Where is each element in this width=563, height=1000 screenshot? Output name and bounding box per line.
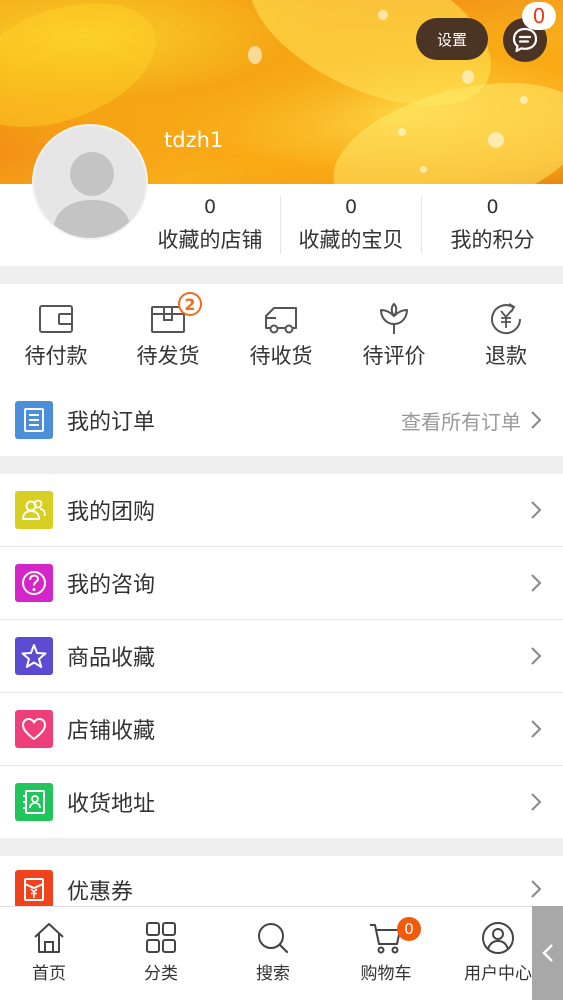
menu-item-address[interactable]: 收货地址 — [0, 766, 563, 838]
refund-icon — [491, 303, 522, 335]
order-count-badge: 2 — [178, 292, 202, 316]
menu-item-product-favorites[interactable]: 商品收藏 — [0, 620, 563, 692]
my-orders-row[interactable]: 我的订单 查看所有订单 — [0, 384, 563, 456]
order-pending-review[interactable]: 待评价 — [338, 284, 450, 384]
menu-item-consultation[interactable]: 我的咨询 — [0, 547, 563, 619]
settings-button[interactable]: 设置 — [416, 18, 488, 60]
chevron-right-icon — [531, 793, 542, 811]
tab-label: 分类 — [144, 964, 178, 984]
side-drawer-handle[interactable] — [532, 906, 563, 1000]
my-orders-label: 我的订单 — [67, 410, 156, 435]
order-status-label: 待付款 — [24, 344, 88, 368]
stat-value: 0 — [486, 196, 499, 218]
user-icon — [482, 922, 514, 954]
stat-favorite-items[interactable]: 0 收藏的宝贝 — [281, 184, 421, 266]
chevron-right-icon — [531, 647, 542, 665]
chevron-left-icon — [541, 944, 553, 962]
stat-points[interactable]: 0 我的积分 — [422, 184, 563, 266]
star-icon — [15, 637, 53, 675]
chevron-right-icon — [531, 720, 542, 738]
order-status-label: 退款 — [485, 344, 527, 368]
order-status-label: 待收货 — [249, 344, 313, 368]
order-status-label: 待评价 — [362, 344, 426, 368]
heart-icon — [15, 710, 53, 748]
message-icon — [512, 27, 538, 53]
tab-cart[interactable]: 购物车 0 — [330, 907, 442, 1000]
address-icon — [15, 783, 53, 821]
menu-item-label: 店铺收藏 — [67, 719, 156, 744]
chevron-right-icon — [531, 501, 542, 519]
message-count-badge: 0 — [522, 2, 556, 30]
order-status-label: 待发货 — [136, 344, 200, 368]
avatar[interactable] — [32, 124, 148, 240]
wallet-icon — [39, 305, 73, 333]
truck-icon — [265, 307, 297, 334]
menu-item-label: 优惠券 — [67, 880, 134, 905]
menu-item-shop-favorites[interactable]: 店铺收藏 — [0, 693, 563, 765]
stat-label: 收藏的宝贝 — [298, 228, 404, 252]
group-icon — [15, 491, 53, 529]
order-refund[interactable]: 退款 — [450, 284, 562, 384]
chevron-right-icon — [531, 880, 542, 898]
tab-label: 搜索 — [256, 964, 290, 984]
stat-favorite-shops[interactable]: 0 收藏的店铺 — [140, 184, 280, 266]
cart-count-badge: 0 — [397, 917, 421, 941]
flower-icon — [380, 302, 408, 334]
tab-label: 首页 — [32, 964, 66, 984]
tab-search[interactable]: 搜索 — [217, 907, 329, 1000]
order-status-bar: 待付款 待发货 2 待收货 待评价 退款 — [0, 284, 563, 384]
stat-label: 我的积分 — [450, 228, 535, 252]
tab-home[interactable]: 首页 — [0, 907, 105, 1000]
chevron-right-icon — [531, 411, 542, 429]
home-icon — [34, 923, 64, 953]
tab-label: 购物车 — [360, 964, 412, 984]
question-icon — [15, 564, 53, 602]
coupon-icon — [15, 870, 53, 908]
stat-value: 0 — [344, 196, 358, 218]
order-pending-shipment[interactable]: 待发货 2 — [112, 284, 224, 384]
stat-value: 0 — [203, 196, 217, 218]
username: tdzh1 — [164, 128, 224, 152]
default-avatar-icon — [52, 152, 132, 238]
category-icon — [146, 922, 176, 953]
search-icon — [258, 923, 289, 954]
menu-item-label: 我的团购 — [67, 500, 156, 525]
menu-item-label: 收货地址 — [67, 792, 156, 817]
tab-category[interactable]: 分类 — [105, 907, 217, 1000]
tab-label: 用户中心 — [464, 964, 532, 984]
view-all-orders-link[interactable]: 查看所有订单 — [401, 406, 521, 435]
order-pending-payment[interactable]: 待付款 — [0, 284, 112, 384]
order-list-icon — [15, 401, 53, 439]
menu-item-group-buy[interactable]: 我的团购 — [0, 474, 563, 546]
stat-label: 收藏的店铺 — [157, 228, 263, 252]
order-pending-receipt[interactable]: 待收货 — [225, 284, 337, 384]
bottom-tab-bar: 首页 分类 搜索 购物车 0 用户中心 — [0, 906, 563, 1000]
menu-item-label: 我的咨询 — [67, 573, 156, 598]
menu-item-label: 商品收藏 — [67, 646, 156, 671]
chevron-right-icon — [531, 574, 542, 592]
